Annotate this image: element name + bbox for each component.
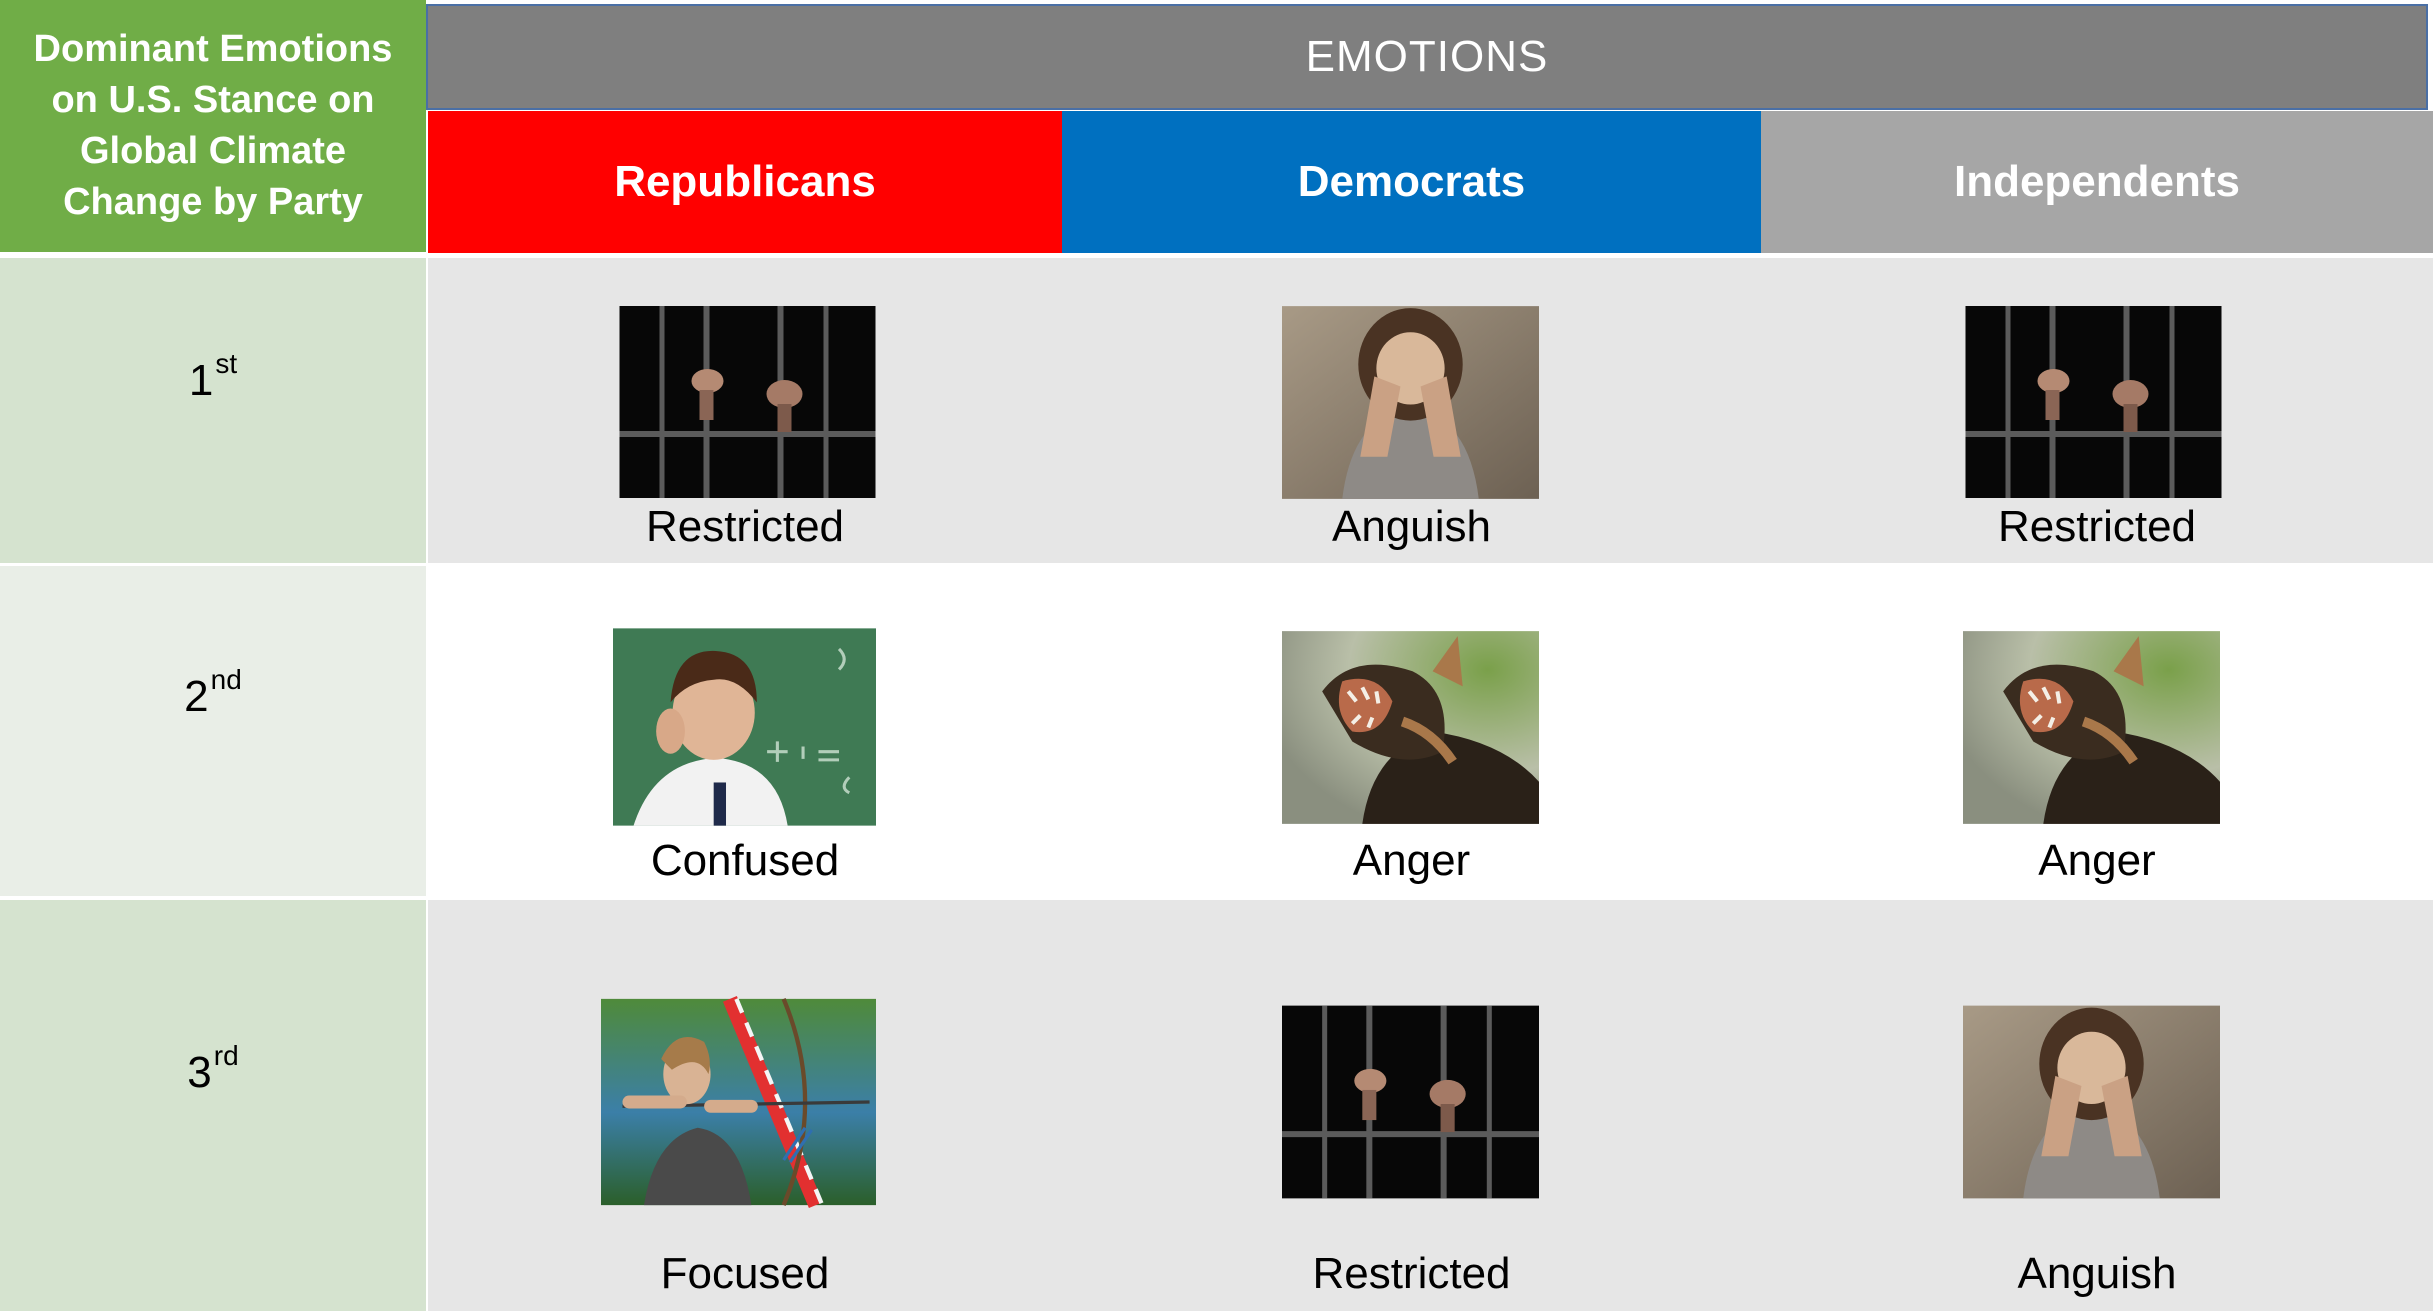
emotion-label: Restricted (1997, 502, 2197, 551)
party-header-independents: Independents (1761, 111, 2433, 253)
emotion-label: Anguish (1331, 502, 1491, 551)
emotion-label: Confused (650, 836, 840, 885)
emotion-label: Anguish (2017, 1249, 2177, 1298)
table-title: Dominant Emotions on U.S. Stance on Glob… (0, 0, 426, 252)
confused-boy-chalkboard-image (613, 620, 876, 834)
rank-number: 3 (187, 1048, 212, 1097)
emotion-label: Anger (2038, 836, 2156, 885)
prison-bars-hands-image (1965, 306, 2222, 498)
snarling-dog-image (1282, 620, 1539, 835)
rank-suffix: nd (210, 664, 242, 695)
emotion-label: Restricted (645, 502, 845, 551)
emotions-header: EMOTIONS (426, 4, 2428, 110)
rank-number: 1 (188, 356, 214, 405)
rank-suffix: rd (213, 1040, 239, 1071)
woman-covering-face-image (1963, 994, 2220, 1210)
rank-suffix: st (215, 348, 238, 379)
rank-label-2: 2nd (0, 566, 426, 896)
rank-label-3: 3rd (0, 900, 426, 1311)
snarling-dog-image (1963, 620, 2220, 835)
emotion-label: Restricted (1312, 1249, 1511, 1298)
emotion-label: Focused (660, 1249, 830, 1298)
rank-label-1: 1st (0, 258, 426, 563)
woman-covering-face-image (1282, 306, 1539, 499)
archer-aiming-image (601, 994, 876, 1210)
emotion-label: Anger (1352, 836, 1471, 885)
rank-number: 2 (184, 672, 209, 721)
prison-bars-hands-image (619, 306, 876, 498)
party-header-republicans: Republicans (428, 111, 1062, 253)
party-header-democrats: Democrats (1062, 111, 1761, 253)
prison-bars-hands-image (1282, 994, 1539, 1210)
